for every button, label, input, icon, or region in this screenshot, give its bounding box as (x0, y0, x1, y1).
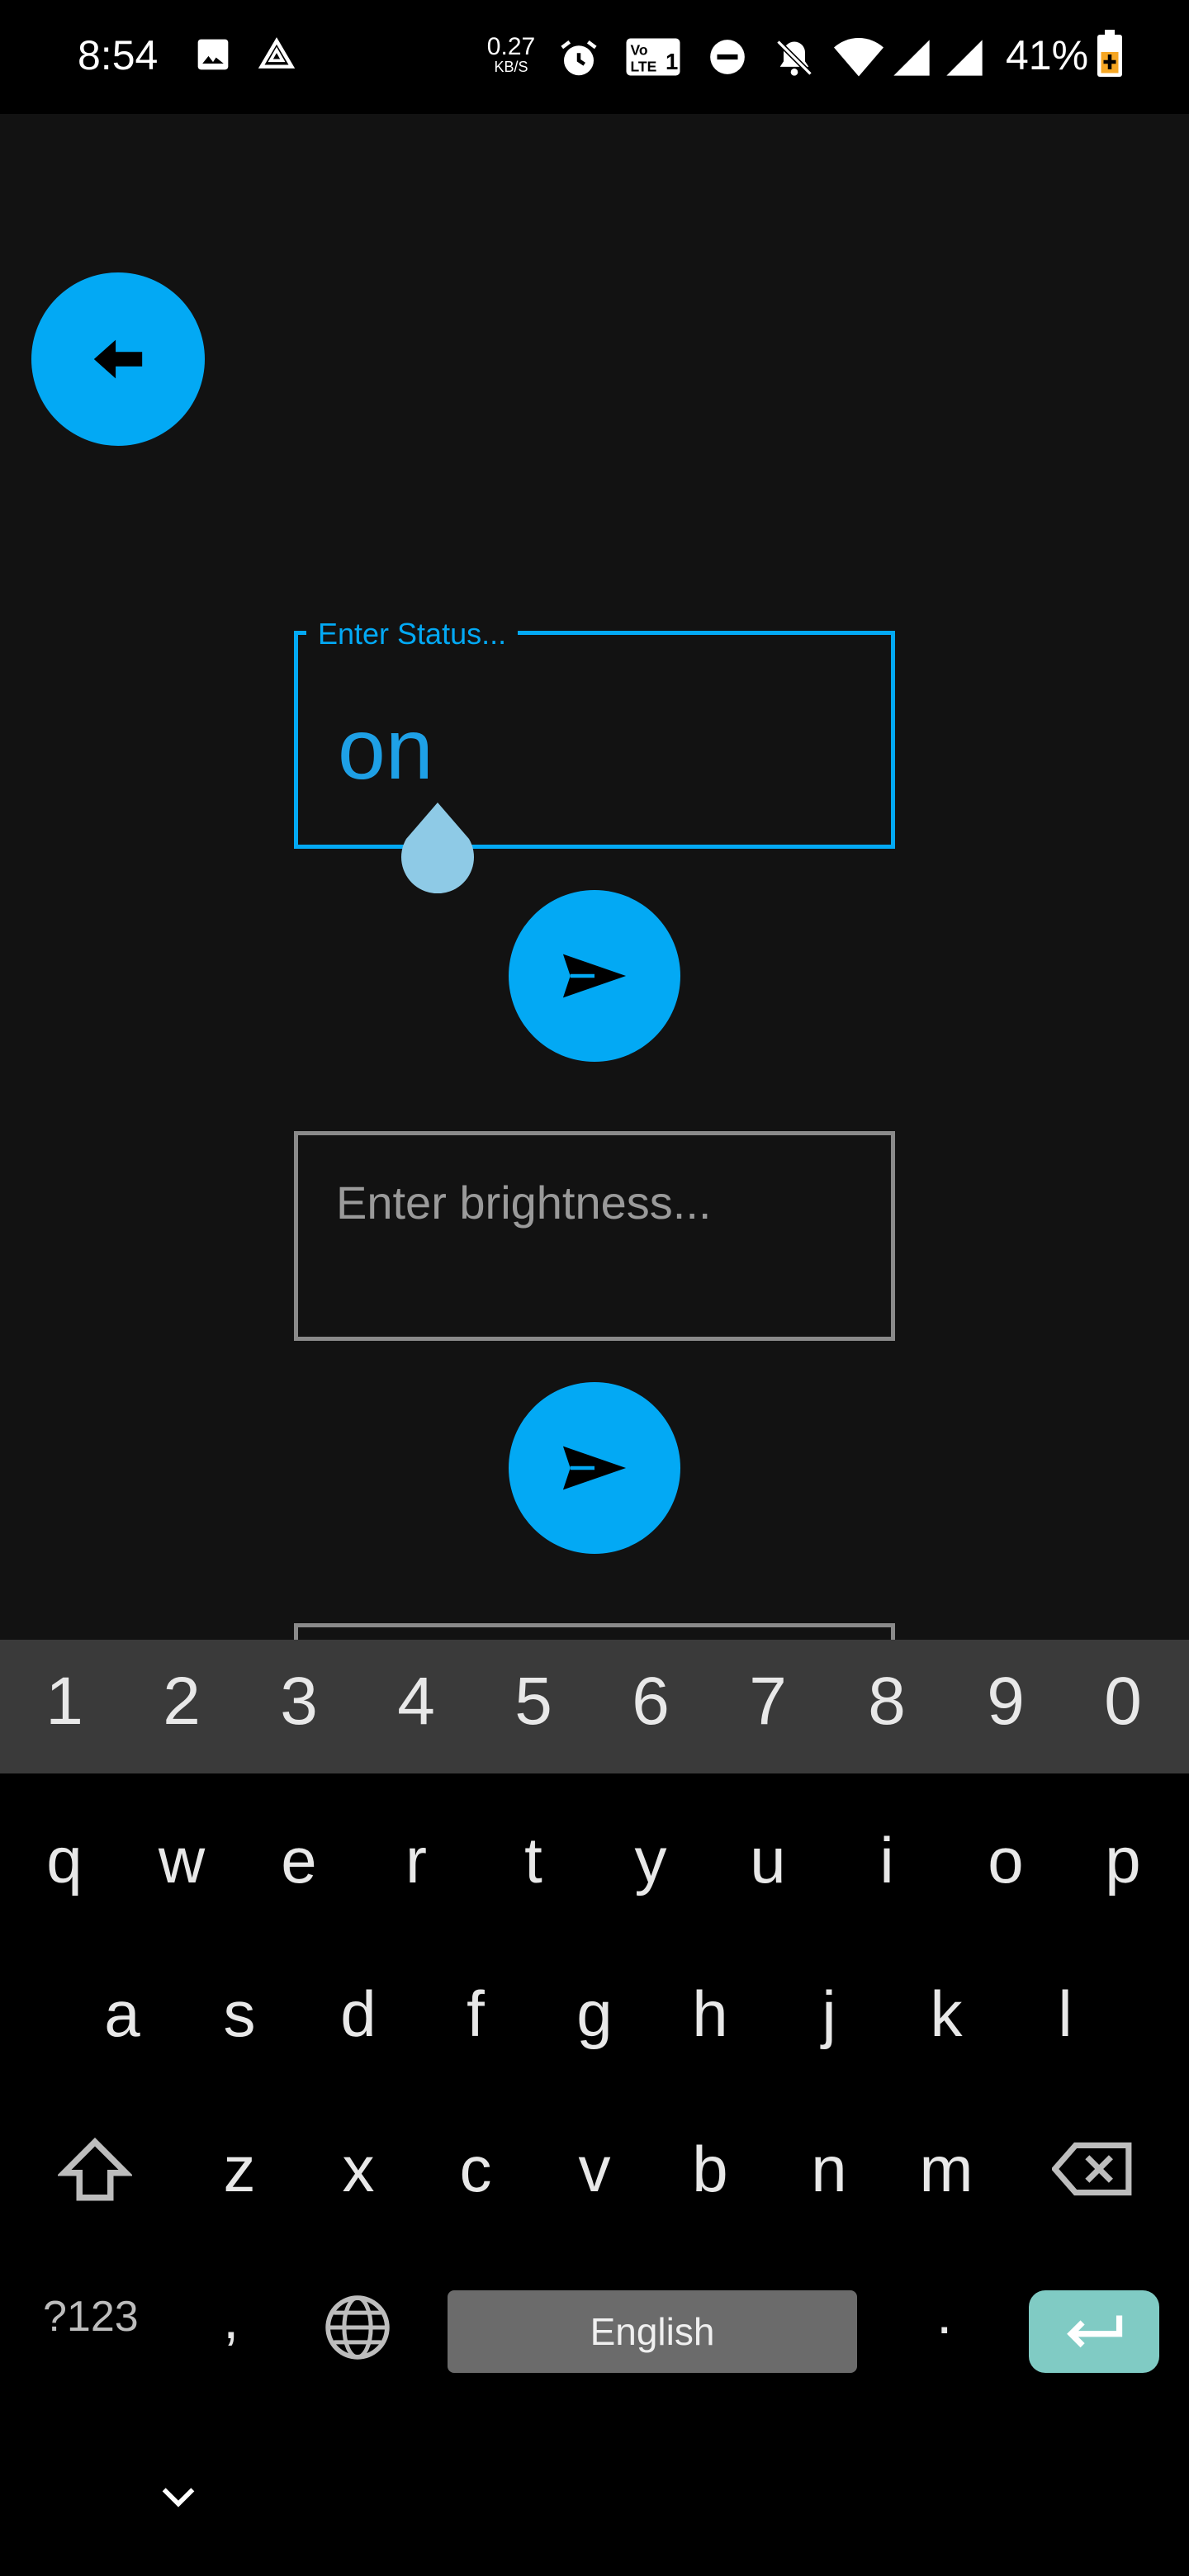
shift-icon[interactable] (58, 2135, 132, 2204)
key-x[interactable]: x (309, 2132, 408, 2207)
key-m[interactable]: m (897, 2132, 996, 2207)
key-8[interactable]: 8 (837, 1663, 936, 1740)
key-t[interactable]: t (484, 1823, 583, 1898)
status-field[interactable]: Enter Status... on (294, 619, 895, 849)
signal-icon-2 (946, 40, 983, 76)
battery-percent: 41% (1006, 32, 1089, 78)
svg-text:1: 1 (666, 49, 678, 74)
space-key-label: English (590, 2310, 715, 2353)
key-o[interactable]: o (956, 1823, 1055, 1898)
number-row: 1 2 3 4 5 6 7 8 9 0 (0, 1640, 1189, 1773)
key-b[interactable]: b (661, 2132, 760, 2207)
volte-icon: VoLTE 1 (626, 38, 680, 76)
do-not-disturb-icon (710, 40, 745, 74)
notifications-off-icon (776, 40, 812, 76)
network-speed: 0.27 KB/S (486, 33, 536, 75)
key-h[interactable]: h (661, 1977, 760, 2052)
key-n[interactable]: n (779, 2132, 879, 2207)
symbols-key[interactable]: ?123 (43, 2292, 139, 2342)
key-a[interactable]: a (73, 1977, 172, 2052)
key-l[interactable]: l (1016, 1977, 1115, 2052)
drive-icon (258, 37, 296, 69)
brightness-field[interactable] (294, 1131, 895, 1341)
enter-key[interactable] (1029, 2290, 1159, 2373)
battery-charging-icon (1097, 30, 1122, 77)
key-u[interactable]: u (718, 1823, 817, 1898)
send-status-button[interactable] (509, 890, 680, 1062)
key-s[interactable]: s (190, 1977, 289, 2052)
svg-text:LTE: LTE (631, 59, 657, 75)
key-j[interactable]: j (779, 1977, 879, 2052)
send-icon (562, 954, 627, 998)
key-i[interactable]: i (837, 1823, 936, 1898)
key-9[interactable]: 9 (956, 1663, 1055, 1740)
back-button[interactable] (31, 272, 205, 446)
key-w[interactable]: w (132, 1823, 231, 1898)
backspace-icon[interactable] (1052, 2138, 1135, 2200)
globe-icon[interactable] (322, 2292, 393, 2363)
wifi-icon (834, 38, 883, 77)
space-key[interactable]: English (448, 2290, 857, 2373)
send-brightness-button[interactable] (509, 1382, 680, 1554)
comma-key[interactable]: , (223, 2285, 239, 2351)
image-icon (197, 39, 229, 70)
key-v[interactable]: v (545, 2132, 644, 2207)
text-cursor-handle[interactable] (400, 803, 476, 893)
key-p[interactable]: p (1073, 1823, 1172, 1898)
key-r[interactable]: r (367, 1823, 466, 1898)
send-icon (562, 1446, 627, 1490)
key-z[interactable]: z (190, 2132, 289, 2207)
key-6[interactable]: 6 (601, 1663, 700, 1740)
status-bar: 8:54 0.27 KB/S Vo LTE 1 41% (0, 0, 1189, 114)
key-k[interactable]: k (897, 1977, 996, 2052)
key-c[interactable]: c (426, 2132, 525, 2207)
period-key[interactable]: . (936, 2280, 952, 2346)
svg-text:Vo: Vo (631, 42, 648, 59)
key-y[interactable]: y (601, 1823, 700, 1898)
soft-keyboard: 1 2 3 4 5 6 7 8 9 0 q w e r t y u i o p … (0, 1640, 1189, 2576)
arrow-left-icon (93, 339, 143, 379)
status-field-value[interactable]: on (338, 701, 433, 799)
key-e[interactable]: e (249, 1823, 348, 1898)
key-q[interactable]: q (15, 1823, 114, 1898)
key-5[interactable]: 5 (484, 1663, 583, 1740)
key-1[interactable]: 1 (15, 1663, 114, 1740)
signal-icon (893, 40, 930, 76)
key-2[interactable]: 2 (132, 1663, 231, 1740)
brightness-input[interactable] (334, 1175, 850, 1230)
clock: 8:54 (78, 32, 159, 78)
key-7[interactable]: 7 (718, 1663, 817, 1740)
key-g[interactable]: g (545, 1977, 644, 2052)
key-d[interactable]: d (309, 1977, 408, 2052)
key-3[interactable]: 3 (249, 1663, 348, 1740)
key-0[interactable]: 0 (1073, 1663, 1172, 1740)
status-field-label: Enter Status... (306, 619, 519, 649)
enter-icon (1067, 2315, 1123, 2348)
key-f[interactable]: f (426, 1977, 525, 2052)
chevron-down-icon[interactable] (157, 2482, 200, 2512)
alarm-icon (561, 40, 597, 76)
key-4[interactable]: 4 (367, 1663, 466, 1740)
